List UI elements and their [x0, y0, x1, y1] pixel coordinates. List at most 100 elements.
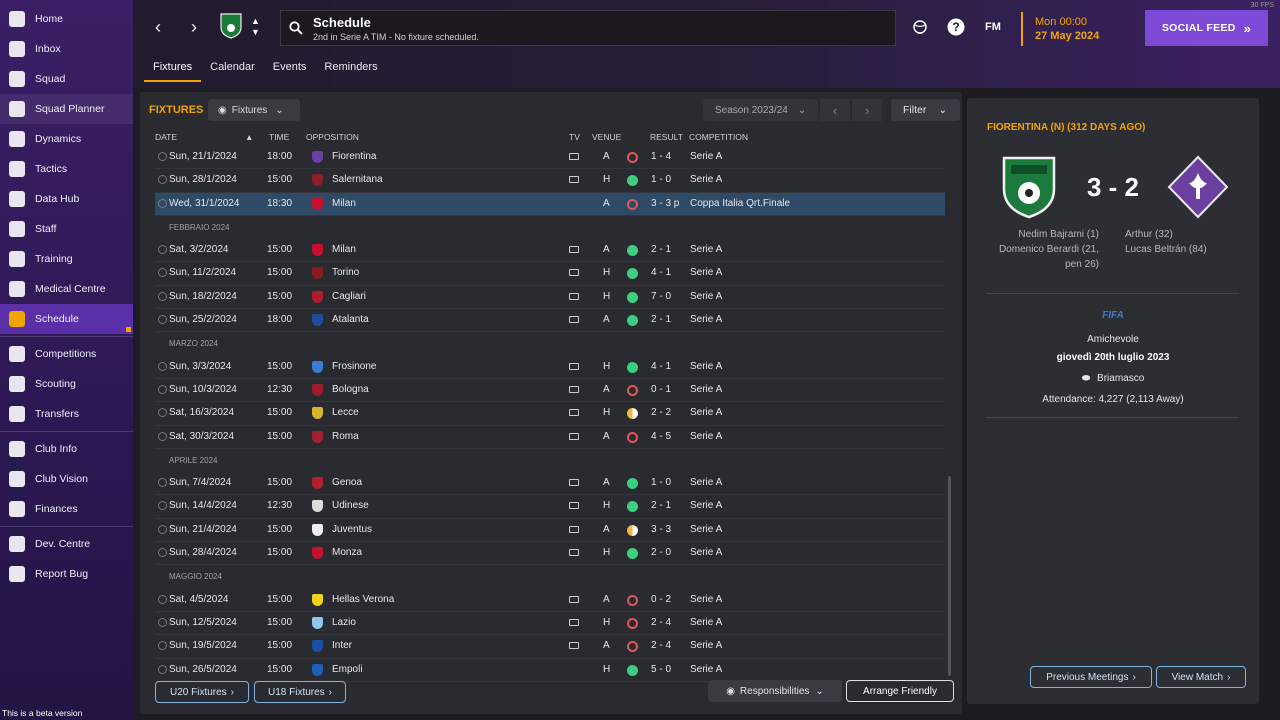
- opponent-name[interactable]: Monza: [332, 547, 362, 558]
- sidebar-item-transfers[interactable]: Transfers: [0, 399, 133, 429]
- sidebar-item-finances[interactable]: Finances: [0, 494, 133, 524]
- social-feed-button[interactable]: SOCIAL FEED »: [1145, 10, 1268, 46]
- scrollbar[interactable]: [948, 476, 951, 676]
- table-row[interactable]: Wed, 31/1/2024 18:30 Milan A 3 - 3 p Coppa It…: [155, 192, 945, 216]
- table-row[interactable]: Sun, 14/4/2024 12:30 Udinese H 2 - 1 Serie A: [155, 495, 945, 519]
- view-match-button[interactable]: View Match ›: [1156, 666, 1246, 688]
- u18-fixtures-button[interactable]: U18 Fixtures ›: [254, 681, 346, 703]
- filter-button[interactable]: Filter ⌄: [891, 99, 960, 121]
- opponent-name[interactable]: Frosinone: [332, 361, 376, 372]
- column-result[interactable]: RESULT: [650, 132, 683, 142]
- fixture-competition[interactable]: Serie A: [690, 151, 722, 162]
- fixture-competition[interactable]: Serie A: [690, 361, 722, 372]
- tab-events[interactable]: Events: [264, 56, 316, 82]
- fixture-competition[interactable]: Serie A: [690, 594, 722, 605]
- fixture-competition[interactable]: Serie A: [690, 547, 722, 558]
- back-arrow-icon[interactable]: ‹: [146, 14, 170, 40]
- world-icon[interactable]: [911, 18, 929, 36]
- table-row[interactable]: Sun, 10/3/2024 12:30 Bologna A 0 - 1 Serie A: [155, 379, 945, 403]
- opponent-name[interactable]: Fiorentina: [332, 151, 376, 162]
- opponent-name[interactable]: Hellas Verona: [332, 594, 394, 605]
- fm-menu-button[interactable]: FM: [983, 18, 1003, 36]
- tab-reminders[interactable]: Reminders: [315, 56, 386, 82]
- table-row[interactable]: Sun, 12/5/2024 15:00 Lazio H 2 - 4 Serie A: [155, 612, 945, 636]
- game-date[interactable]: Mon 00:00 27 May 2024: [1021, 12, 1135, 46]
- fixture-competition[interactable]: Serie A: [690, 314, 722, 325]
- help-icon[interactable]: ?: [947, 18, 965, 36]
- table-row[interactable]: Sat, 4/5/2024 15:00 Hellas Verona A 0 - 2 Ser…: [155, 589, 945, 612]
- opponent-name[interactable]: Milan: [332, 198, 356, 209]
- opponent-name[interactable]: Roma: [332, 431, 359, 442]
- fixture-competition[interactable]: Serie A: [690, 524, 722, 535]
- table-row[interactable]: Sat, 3/2/2024 15:00 Milan A 2 - 1 Serie A: [155, 239, 945, 263]
- previous-meetings-button[interactable]: Previous Meetings ›: [1030, 666, 1152, 688]
- table-row[interactable]: Sun, 25/2/2024 18:00 Atalanta A 2 - 1 Serie A: [155, 309, 945, 333]
- opponent-name[interactable]: Inter: [332, 640, 352, 651]
- fixture-competition[interactable]: Serie A: [690, 617, 722, 628]
- table-row[interactable]: Sun, 28/4/2024 15:00 Monza H 2 - 0 Serie A: [155, 542, 945, 566]
- opponent-name[interactable]: Juventus: [332, 524, 372, 535]
- fixtures-view-dropdown[interactable]: ◉ Fixtures ⌄: [208, 99, 300, 121]
- sassuolo-crest-icon[interactable]: [1001, 155, 1057, 219]
- opponent-name[interactable]: Salernitana: [332, 174, 383, 185]
- table-row[interactable]: Sun, 11/2/2024 15:00 Torino H 4 - 1 Serie A: [155, 262, 945, 286]
- sidebar-item-squad-planner[interactable]: Squad Planner: [0, 94, 133, 124]
- fixture-competition[interactable]: Serie A: [690, 431, 722, 442]
- table-row[interactable]: Sun, 19/5/2024 15:00 Inter A 2 - 4 Serie A: [155, 635, 945, 659]
- opponent-name[interactable]: Atalanta: [332, 314, 369, 325]
- sidebar-item-squad[interactable]: Squad: [0, 64, 133, 94]
- u20-fixtures-button[interactable]: U20 Fixtures ›: [155, 681, 249, 703]
- sidebar-item-club-info[interactable]: Club Info: [0, 434, 133, 464]
- table-row[interactable]: Sun, 21/4/2024 15:00 Juventus A 3 - 3 Serie A: [155, 519, 945, 543]
- sidebar-item-inbox[interactable]: Inbox: [0, 34, 133, 64]
- fixture-competition[interactable]: Serie A: [690, 640, 722, 651]
- opponent-name[interactable]: Genoa: [332, 477, 362, 488]
- table-row[interactable]: Sun, 21/1/2024 18:00 Fiorentina A 1 - 4 Serie…: [155, 146, 945, 170]
- club-crest-icon[interactable]: [220, 13, 242, 39]
- table-row[interactable]: Sun, 18/2/2024 15:00 Cagliari H 7 - 0 Serie A: [155, 286, 945, 310]
- sidebar-item-scouting[interactable]: Scouting: [0, 369, 133, 399]
- previous-season-button[interactable]: ‹: [820, 99, 850, 121]
- table-row[interactable]: Sun, 7/4/2024 15:00 Genoa A 1 - 0 Serie A: [155, 472, 945, 496]
- fixture-competition[interactable]: Serie A: [690, 664, 722, 675]
- season-dropdown[interactable]: Season 2023/24 ⌄: [703, 99, 818, 121]
- sidebar-item-club-vision[interactable]: Club Vision: [0, 464, 133, 494]
- opponent-name[interactable]: Empoli: [332, 664, 363, 675]
- next-season-button[interactable]: ›: [852, 99, 882, 121]
- sidebar-item-medical-centre[interactable]: Medical Centre: [0, 274, 133, 304]
- opponent-name[interactable]: Lazio: [332, 617, 356, 628]
- sidebar-item-data-hub[interactable]: Data Hub: [0, 184, 133, 214]
- table-row[interactable]: Sat, 30/3/2024 15:00 Roma A 4 - 5 Serie A: [155, 426, 945, 449]
- arrange-friendly-button[interactable]: Arrange Friendly: [846, 680, 954, 702]
- page-title-bar[interactable]: Schedule 2nd in Serie A TIM - No fixture…: [280, 10, 896, 46]
- column-date[interactable]: DATE: [155, 132, 177, 142]
- table-row[interactable]: Sat, 16/3/2024 15:00 Lecce H 2 - 2 Serie A: [155, 402, 945, 426]
- fixture-competition[interactable]: Serie A: [690, 244, 722, 255]
- opponent-name[interactable]: Lecce: [332, 407, 359, 418]
- opponent-name[interactable]: Bologna: [332, 384, 369, 395]
- opponent-name[interactable]: Milan: [332, 244, 356, 255]
- column-opposition[interactable]: OPPOSITION: [306, 132, 359, 142]
- sidebar-item-home[interactable]: Home: [0, 4, 133, 34]
- fixture-competition[interactable]: Coppa Italia Qrt.Finale: [690, 198, 790, 209]
- sidebar-item-training[interactable]: Training: [0, 244, 133, 274]
- club-switch-icon[interactable]: ▲ ▼: [251, 16, 260, 38]
- search-icon[interactable]: [289, 21, 303, 35]
- column-competition[interactable]: COMPETITION: [689, 132, 748, 142]
- column-tv[interactable]: TV: [569, 132, 580, 142]
- table-row[interactable]: Sun, 3/3/2024 15:00 Frosinone H 4 - 1 Serie A: [155, 356, 945, 379]
- fixture-competition[interactable]: Serie A: [690, 500, 722, 511]
- sidebar-item-report-bug[interactable]: Report Bug: [0, 559, 133, 589]
- fixture-competition[interactable]: Serie A: [690, 384, 722, 395]
- tab-calendar[interactable]: Calendar: [201, 56, 264, 82]
- sidebar-item-dev-centre[interactable]: Dev. Centre: [0, 529, 133, 559]
- fixture-competition[interactable]: Serie A: [690, 174, 722, 185]
- opponent-name[interactable]: Cagliari: [332, 291, 366, 302]
- opponent-name[interactable]: Torino: [332, 267, 359, 278]
- column-venue[interactable]: VENUE: [592, 132, 621, 142]
- sidebar-item-schedule[interactable]: Schedule: [0, 304, 133, 334]
- fiorentina-crest-icon[interactable]: [1167, 155, 1229, 219]
- table-row[interactable]: Sun, 28/1/2024 15:00 Salernitana H 1 - 0 Seri…: [155, 169, 945, 193]
- fixture-competition[interactable]: Serie A: [690, 477, 722, 488]
- opponent-name[interactable]: Udinese: [332, 500, 369, 511]
